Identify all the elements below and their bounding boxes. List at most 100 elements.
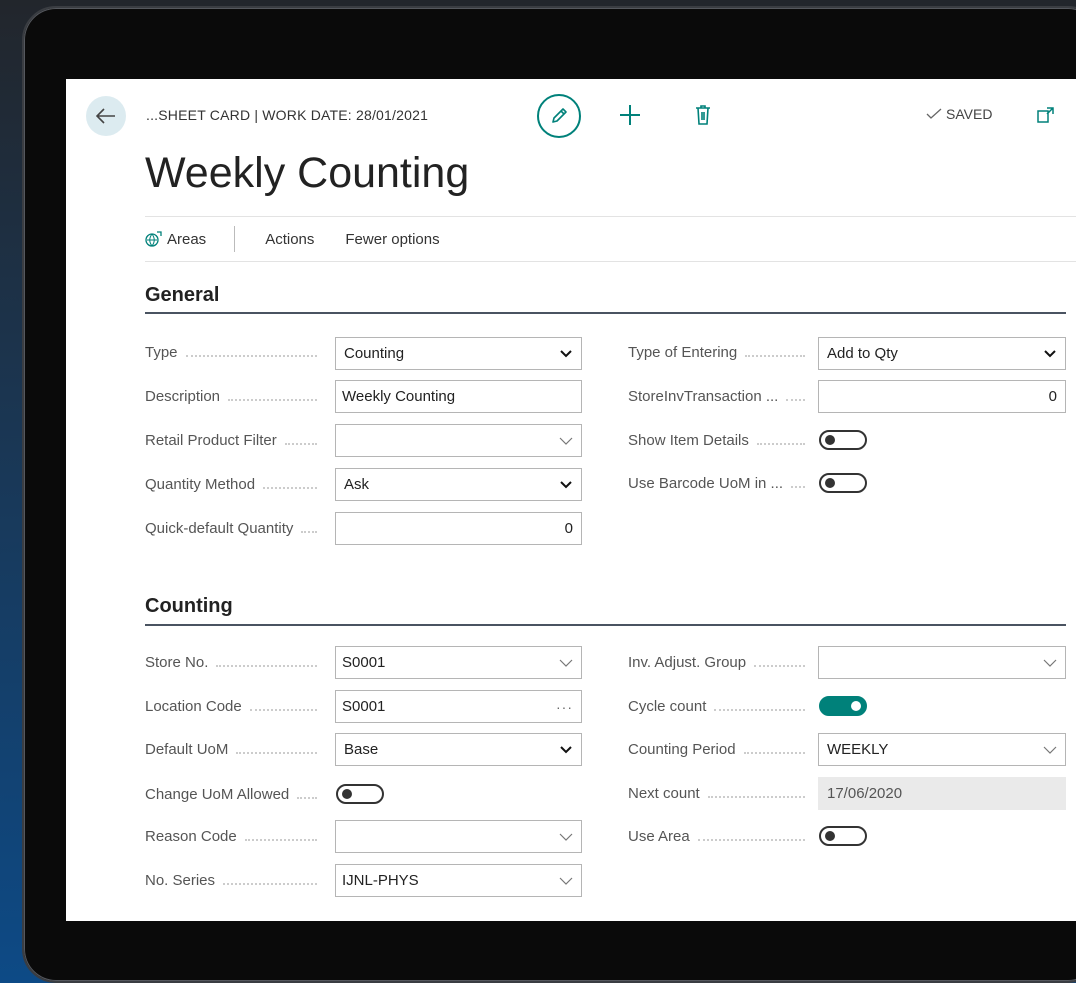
counting-period-field[interactable]: WEEKLY bbox=[818, 733, 1066, 766]
breadcrumb: ...SHEET CARD | WORK DATE: 28/01/2021 bbox=[146, 107, 429, 123]
use-area-toggle[interactable] bbox=[819, 826, 867, 846]
cycle-count-label-text: Cycle count bbox=[628, 698, 707, 715]
areas-button[interactable]: Areas bbox=[145, 230, 206, 248]
change-uom-label: Change UoM Allowed bbox=[145, 786, 325, 803]
areas-icon bbox=[145, 231, 162, 247]
next-count-value: 17/06/2020 bbox=[827, 785, 903, 802]
section-counting-title[interactable]: Counting bbox=[145, 595, 233, 618]
no-series-field[interactable]: IJNL-PHYS bbox=[335, 864, 582, 897]
chevron-down-icon bbox=[559, 659, 573, 667]
no-series-value: IJNL-PHYS bbox=[342, 872, 419, 889]
description-label: Description bbox=[145, 388, 325, 405]
chevron-down-icon bbox=[1043, 746, 1057, 754]
section-counting-divider bbox=[145, 624, 1066, 626]
quick-default-label-text: Quick-default Quantity bbox=[145, 520, 294, 537]
counting-period-value: WEEKLY bbox=[827, 741, 889, 758]
store-inv-label: StoreInvTransaction ... bbox=[628, 388, 813, 405]
store-no-label-text: Store No. bbox=[145, 654, 209, 671]
fewer-options-label: Fewer options bbox=[345, 230, 440, 248]
quantity-method-select[interactable]: Ask bbox=[335, 468, 582, 501]
change-uom-toggle[interactable] bbox=[336, 784, 384, 804]
type-select[interactable]: Counting bbox=[335, 337, 582, 370]
type-of-entering-label-text: Type of Entering bbox=[628, 344, 738, 361]
retail-filter-field[interactable] bbox=[335, 424, 582, 457]
reason-code-label: Reason Code bbox=[145, 828, 325, 845]
location-code-label-text: Location Code bbox=[145, 698, 242, 715]
type-of-entering-select[interactable]: Add to Qty bbox=[818, 337, 1066, 370]
toggle-knob bbox=[851, 701, 861, 711]
description-field[interactable]: Weekly Counting bbox=[335, 380, 582, 413]
action-bar: Areas Actions Fewer options bbox=[145, 216, 1076, 262]
actions-label: Actions bbox=[265, 230, 315, 248]
counting-period-label: Counting Period bbox=[628, 741, 813, 758]
quantity-method-label: Quantity Method bbox=[145, 476, 325, 493]
next-count-field: 17/06/2020 bbox=[818, 777, 1066, 810]
location-code-field[interactable]: S0001 ··· bbox=[335, 690, 582, 723]
store-inv-value: 0 bbox=[1048, 388, 1057, 405]
new-button[interactable] bbox=[618, 101, 642, 129]
toggle-knob bbox=[825, 435, 835, 445]
show-item-details-toggle[interactable] bbox=[819, 430, 867, 450]
cycle-count-toggle[interactable] bbox=[819, 696, 867, 716]
quantity-method-value: Ask bbox=[344, 476, 370, 493]
location-code-value: S0001 bbox=[342, 698, 386, 715]
counting-period-label-text: Counting Period bbox=[628, 741, 736, 758]
back-button[interactable] bbox=[86, 96, 126, 136]
type-of-entering-label: Type of Entering bbox=[628, 344, 813, 361]
no-series-label-text: No. Series bbox=[145, 872, 216, 889]
default-uom-value: Base bbox=[344, 741, 379, 758]
plus-icon bbox=[620, 105, 640, 125]
popout-button[interactable] bbox=[1036, 105, 1056, 125]
default-uom-select[interactable]: Base bbox=[335, 733, 582, 766]
areas-label: Areas bbox=[167, 230, 207, 248]
use-barcode-toggle[interactable] bbox=[819, 473, 867, 493]
actionbar-divider bbox=[234, 226, 236, 252]
reason-code-field[interactable] bbox=[335, 820, 582, 853]
trash-icon bbox=[696, 105, 710, 125]
arrow-left-icon bbox=[96, 108, 115, 124]
cycle-count-label: Cycle count bbox=[628, 698, 813, 715]
next-count-label-text: Next count bbox=[628, 785, 700, 802]
location-code-label: Location Code bbox=[145, 698, 325, 715]
chevron-down-icon bbox=[559, 833, 573, 841]
chevron-down-icon bbox=[559, 437, 573, 445]
section-general-title[interactable]: General bbox=[145, 284, 219, 307]
edit-button[interactable] bbox=[537, 94, 581, 138]
lookup-ellipsis-icon[interactable]: ··· bbox=[556, 699, 573, 715]
chevron-down-icon bbox=[1043, 659, 1057, 667]
chevron-down-icon bbox=[560, 480, 572, 488]
inv-adjust-label: Inv. Adjust. Group bbox=[628, 654, 813, 671]
quick-default-field[interactable]: 0 bbox=[335, 512, 582, 545]
saved-status: SAVED bbox=[926, 106, 992, 122]
toggle-knob bbox=[342, 789, 352, 799]
use-barcode-label-text: Use Barcode UoM in ... bbox=[628, 475, 784, 492]
description-value: Weekly Counting bbox=[342, 388, 456, 405]
store-no-field[interactable]: S0001 bbox=[335, 646, 582, 679]
default-uom-label: Default UoM bbox=[145, 741, 325, 758]
saved-label: SAVED bbox=[946, 106, 993, 122]
page-title: Weekly Counting bbox=[145, 149, 470, 197]
use-area-label: Use Area bbox=[628, 828, 813, 845]
chevron-down-icon bbox=[1044, 349, 1056, 357]
actions-menu[interactable]: Actions bbox=[265, 231, 314, 248]
chevron-down-icon bbox=[560, 349, 572, 357]
store-inv-field[interactable]: 0 bbox=[818, 380, 1066, 413]
chevron-down-icon bbox=[560, 745, 572, 753]
change-uom-label-text: Change UoM Allowed bbox=[145, 786, 290, 803]
no-series-label: No. Series bbox=[145, 872, 325, 889]
store-no-label: Store No. bbox=[145, 654, 325, 671]
section-general-divider bbox=[145, 312, 1066, 314]
screen: ...SHEET CARD | WORK DATE: 28/01/2021 SA… bbox=[66, 79, 1076, 921]
show-item-details-label: Show Item Details bbox=[628, 432, 813, 449]
checkmark-icon bbox=[926, 108, 942, 119]
use-area-label-text: Use Area bbox=[628, 828, 690, 845]
pencil-icon bbox=[552, 108, 567, 123]
type-value: Counting bbox=[344, 345, 405, 362]
fewer-options-button[interactable]: Fewer options bbox=[345, 231, 439, 248]
store-inv-label-text: StoreInvTransaction ... bbox=[628, 388, 779, 405]
inv-adjust-field[interactable] bbox=[818, 646, 1066, 679]
inv-adjust-label-text: Inv. Adjust. Group bbox=[628, 654, 747, 671]
chevron-down-icon bbox=[559, 877, 573, 885]
popout-icon bbox=[1037, 107, 1054, 123]
delete-button[interactable] bbox=[693, 103, 713, 127]
